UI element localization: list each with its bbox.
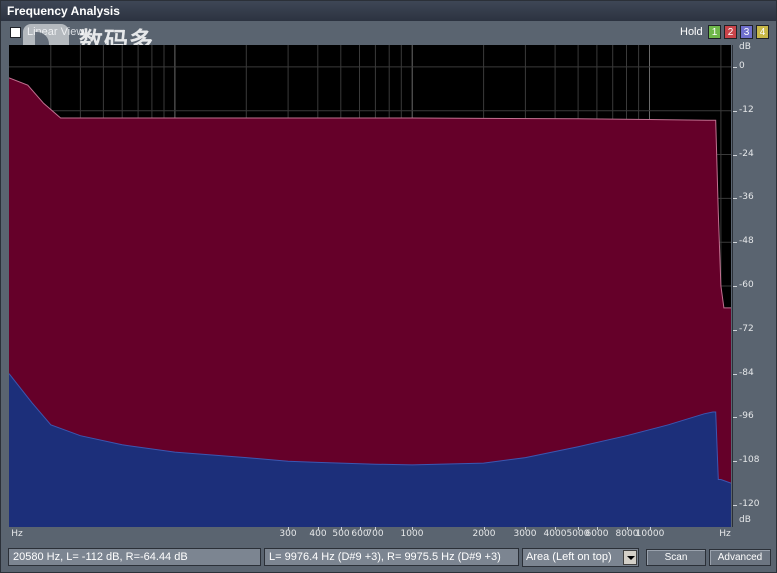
linear-view-checkbox[interactable] [10, 27, 21, 38]
db-tick [733, 198, 737, 199]
db-tick-label: -108 [739, 455, 760, 465]
spectrum-plot[interactable] [9, 45, 731, 527]
view-mode-value: Area (Left on top) [526, 551, 612, 563]
db-tick-label: -60 [739, 280, 754, 290]
frequency-tick-label: 300 [279, 529, 297, 539]
hold-button-1[interactable]: 1 [708, 25, 721, 39]
hz-unit-label-left: Hz [11, 529, 23, 539]
frequency-tick-label: 10000 [635, 529, 665, 539]
frequency-analysis-window: Frequency Analysis Linear View 数码多 Sooma… [0, 0, 777, 573]
frequency-tick-label: 700 [366, 529, 384, 539]
window-title: Frequency Analysis [1, 1, 776, 21]
linear-view-label[interactable]: Linear View [27, 26, 84, 38]
db-tick [733, 155, 737, 156]
frequency-tick-label: 2000 [472, 529, 496, 539]
hold-button-3[interactable]: 3 [740, 25, 753, 39]
db-tick-label: -84 [739, 368, 754, 378]
frequency-axis: Hz 300 400 500 600 700 1000 2000 3000 4000 5000 600… [9, 527, 731, 545]
view-mode-select[interactable]: Area (Left on top) [522, 548, 639, 567]
db-tick-label: -24 [739, 149, 754, 159]
status-bar: 20580 Hz, L= -112 dB, R=-64.44 dB L= 997… [1, 546, 776, 572]
chevron-down-icon[interactable] [623, 550, 637, 565]
db-tick-label: -120 [739, 499, 760, 509]
hold-label: Hold [680, 26, 703, 38]
hold-button-2[interactable]: 2 [724, 25, 737, 39]
db-axis: dB 0 -12 -24 -36 -48 -60 -72 -84 -96 -108 -120 dB [732, 42, 776, 527]
scan-button[interactable]: Scan [646, 549, 706, 566]
db-tick-label: -12 [739, 105, 754, 115]
db-unit-label-top: dB [739, 42, 751, 52]
frequency-tick-label: 3000 [513, 529, 537, 539]
db-tick [733, 417, 737, 418]
advanced-button[interactable]: Advanced [709, 549, 771, 566]
db-tick [733, 67, 737, 68]
spectrum-svg [9, 45, 731, 527]
hz-unit-label-right: Hz [719, 529, 731, 539]
db-tick-label: -36 [739, 192, 754, 202]
db-tick [733, 242, 737, 243]
db-tick-label: -96 [739, 411, 754, 421]
db-tick [733, 505, 737, 506]
db-tick [733, 374, 737, 375]
hold-button-4[interactable]: 4 [756, 25, 769, 39]
db-tick [733, 461, 737, 462]
db-tick [733, 330, 737, 331]
db-unit-label-bottom: dB [739, 515, 751, 525]
top-toolbar: Linear View 数码多 Soomal.com Hold 1 2 3 4 [1, 21, 776, 65]
db-tick [733, 111, 737, 112]
db-tick-label: -72 [739, 324, 754, 334]
frequency-tick-label: 6000 [585, 529, 609, 539]
frequency-tick-label: 4000 [543, 529, 567, 539]
cursor-readout: 20580 Hz, L= -112 dB, R=-64.44 dB [8, 548, 261, 566]
peak-readout: L= 9976.4 Hz (D#9 +3), R= 9975.5 Hz (D#9… [264, 548, 519, 566]
db-tick-label: 0 [739, 61, 745, 71]
frequency-tick-label: 1000 [400, 529, 424, 539]
db-tick [733, 286, 737, 287]
frequency-tick-label: 500 [332, 529, 350, 539]
db-tick-label: -48 [739, 236, 754, 246]
frequency-tick-label: 400 [309, 529, 327, 539]
